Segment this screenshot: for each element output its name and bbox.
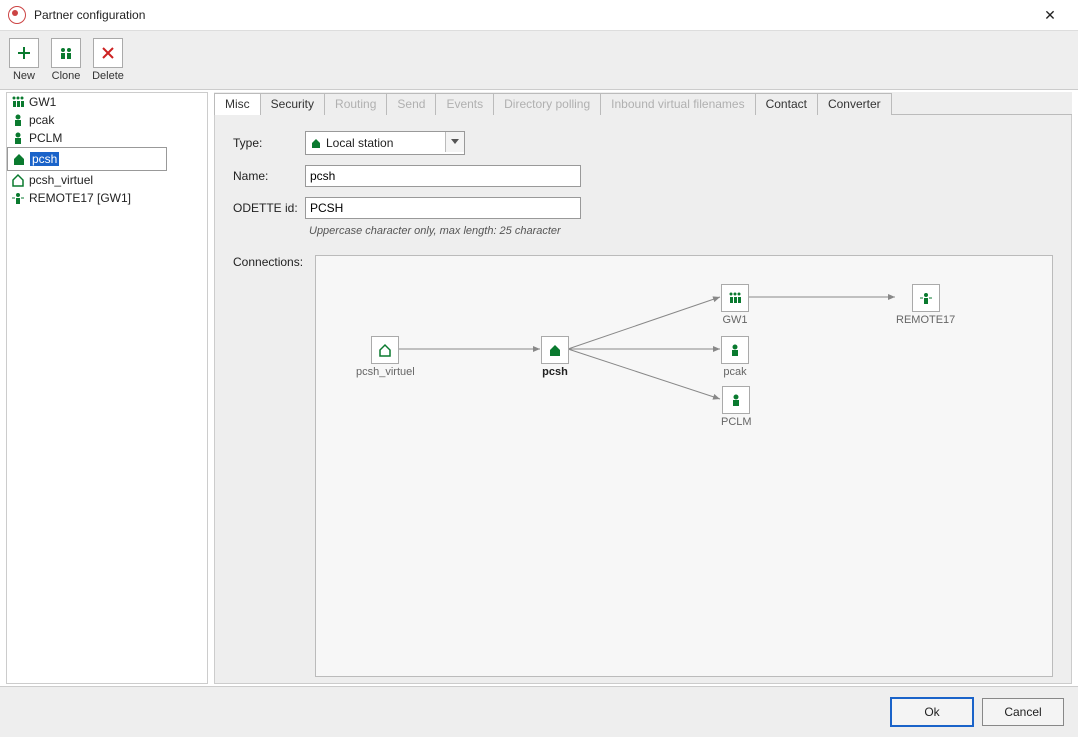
tab-contact[interactable]: Contact	[755, 93, 818, 115]
person-icon	[11, 113, 25, 127]
connections-label: Connections:	[233, 255, 303, 269]
node-GW1[interactable]: GW1	[721, 284, 749, 326]
node-pcsh_virtuel[interactable]: pcsh_virtuel	[356, 336, 415, 378]
tab-routing: Routing	[324, 93, 387, 115]
person-icon	[11, 131, 25, 145]
node-pcak[interactable]: pcak	[721, 336, 749, 378]
tab-inbound-virtual-filenames: Inbound virtual filenames	[600, 93, 755, 115]
gateway-icon	[11, 95, 25, 109]
house-icon	[12, 152, 26, 166]
remote-icon	[11, 191, 25, 205]
node-pcsh[interactable]: pcsh	[541, 336, 569, 378]
tab-security[interactable]: Security	[260, 93, 325, 115]
connections-canvas[interactable]: pcsh_virtuel pcsh GW1 pcak PCLM REMOTE17	[315, 255, 1053, 677]
tab-converter[interactable]: Converter	[817, 93, 892, 115]
name-input[interactable]	[305, 165, 581, 187]
plus-icon	[16, 45, 32, 61]
node-REMOTE17[interactable]: REMOTE17	[896, 284, 955, 326]
house-out-icon	[371, 336, 399, 364]
chevron-down-icon	[445, 132, 464, 152]
window-title: Partner configuration	[34, 8, 1030, 22]
footer: Ok Cancel	[0, 686, 1078, 737]
new-button[interactable]: New	[6, 38, 42, 82]
type-select[interactable]: Local station	[305, 131, 465, 155]
odette-input[interactable]	[305, 197, 581, 219]
close-button[interactable]: ✕	[1030, 0, 1070, 30]
list-item[interactable]: GW1	[7, 93, 207, 111]
type-label: Type:	[233, 136, 305, 150]
odette-label: ODETTE id:	[233, 201, 305, 215]
x-icon	[100, 45, 116, 61]
name-label: Name:	[233, 169, 305, 183]
tab-send: Send	[386, 93, 436, 115]
list-item[interactable]: PCLM	[7, 129, 207, 147]
delete-button[interactable]: Delete	[90, 38, 126, 82]
ok-button[interactable]: Ok	[890, 697, 974, 727]
titlebar: Partner configuration ✕	[0, 0, 1078, 31]
app-icon	[8, 6, 26, 24]
tab-directory-polling: Directory polling	[493, 93, 601, 115]
list-item[interactable]: pcak	[7, 111, 207, 129]
house-icon	[310, 137, 322, 149]
gateway-icon	[721, 284, 749, 312]
cancel-button[interactable]: Cancel	[982, 698, 1064, 726]
house-out-icon	[11, 173, 25, 187]
tab-misc[interactable]: Misc	[214, 93, 261, 115]
odette-hint: Uppercase character only, max length: 25…	[309, 225, 1053, 237]
house-icon	[541, 336, 569, 364]
node-PCLM[interactable]: PCLM	[721, 386, 752, 428]
list-item[interactable]: pcsh_virtuel	[7, 171, 207, 189]
clone-button[interactable]: Clone	[48, 38, 84, 82]
list-item[interactable]: REMOTE17 [GW1]	[7, 189, 207, 207]
clone-icon	[58, 45, 74, 61]
misc-panel: Type: Local station Name: ODETTE id: Upp…	[214, 115, 1072, 684]
person-icon	[721, 336, 749, 364]
toolbar: New Clone Delete	[0, 31, 1078, 90]
tab-events: Events	[435, 93, 494, 115]
list-item[interactable]: pcsh	[7, 147, 167, 171]
tab-bar: MiscSecurityRoutingSendEventsDirectory p…	[214, 92, 1072, 115]
partner-list[interactable]: GW1pcakPCLMpcshpcsh_virtuelREMOTE17 [GW1…	[6, 92, 208, 684]
person-icon	[722, 386, 750, 414]
remote-icon	[912, 284, 940, 312]
